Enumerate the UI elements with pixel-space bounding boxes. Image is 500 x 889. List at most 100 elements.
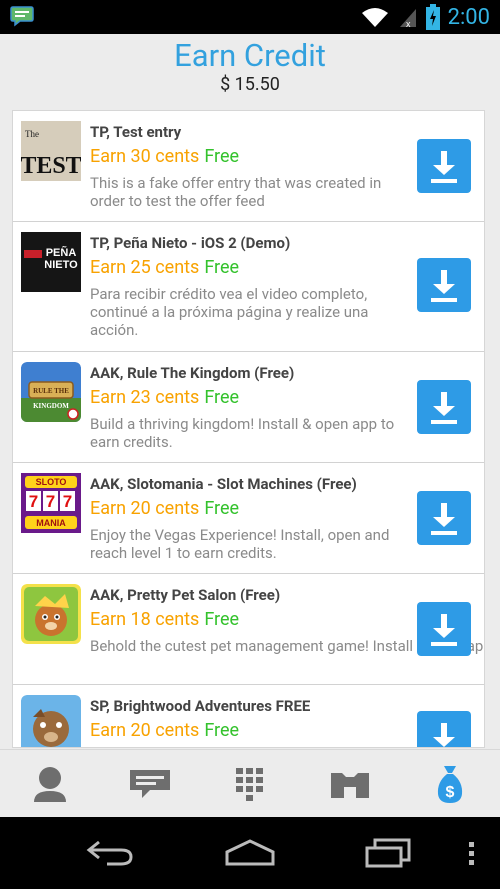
download-button[interactable] <box>417 139 471 193</box>
earn-credit-screen: x 2:00 Earn Credit $ 15.50 The TEST TP, … <box>0 0 500 889</box>
offer-free: Free <box>204 498 240 519</box>
offer-name: TP, Peña Nieto - iOS 2 (Demo) <box>90 234 291 252</box>
offer-text: AAK, Rule The Kingdom (Free) Earn 23 cen… <box>90 364 404 451</box>
tab-dialpad[interactable] <box>200 750 300 818</box>
brightwood-thumb <box>21 695 81 747</box>
back-button[interactable] <box>80 833 140 873</box>
download-button[interactable] <box>417 711 471 747</box>
status-bar: x 2:00 <box>0 0 500 34</box>
download-icon <box>431 392 457 424</box>
offer-text: TP, Peña Nieto - iOS 2 (Demo) Earn 25 ce… <box>90 234 404 339</box>
offer-desc: Enjoy the Vegas Experience! Install, ope… <box>90 526 390 562</box>
svg-text:MANIA: MANIA <box>36 518 66 528</box>
tab-earn-credit[interactable]: $ <box>400 750 500 818</box>
test-thumb: The TEST <box>21 121 81 181</box>
offer-row[interactable]: RULE THE KINGDOM AAK, Rule The Kingdom (… <box>13 352 484 463</box>
offer-name: AAK, Rule The Kingdom (Free) <box>90 364 295 382</box>
offer-text: AAK, Slotomania - Slot Machines (Free) E… <box>90 475 404 562</box>
overflow-menu-icon <box>469 842 474 865</box>
offer-desc: This is a fake offer entry that was crea… <box>90 174 382 210</box>
download-button[interactable] <box>417 602 471 656</box>
bottom-tab-bar: $ <box>0 749 500 817</box>
nieto-thumb: PEÑA NIETO <box>21 232 81 292</box>
overflow-menu-button[interactable] <box>460 833 484 873</box>
offer-free: Free <box>204 720 240 741</box>
money-bag-icon: $ <box>437 766 463 803</box>
offer-text: SP, Brightwood Adventures FREE Earn 20 c… <box>90 697 404 742</box>
dialpad-icon <box>236 768 263 801</box>
svg-text:7: 7 <box>63 492 72 511</box>
offer-text: AAK, Pretty Pet Salon (Free) Earn 18 cen… <box>90 586 484 655</box>
svg-text:SLOTO: SLOTO <box>36 477 67 487</box>
offer-list[interactable]: The TEST TP, Test entry Earn 30 cents Fre… <box>12 110 485 748</box>
offer-reward: Earn 30 cents Free <box>90 146 404 168</box>
svg-text:TEST: TEST <box>21 153 81 179</box>
download-icon <box>431 270 457 302</box>
offer-row[interactable]: The TEST TP, Test entry Earn 30 cents Fre… <box>13 111 484 222</box>
svg-text:7: 7 <box>46 492 55 511</box>
wifi-icon <box>361 8 388 27</box>
offer-text: TP, Test entry Earn 30 cents Free This is… <box>90 123 404 210</box>
offer-earn: Earn 25 cents <box>90 257 200 278</box>
download-icon <box>431 614 457 646</box>
offer-reward: Earn 23 cents Free <box>90 387 404 409</box>
offer-free: Free <box>204 387 240 408</box>
signal-icon: x <box>399 9 416 29</box>
svg-text:KINGDOM: KINGDOM <box>33 402 69 410</box>
download-icon <box>431 151 457 183</box>
offer-reward: Earn 20 cents Free <box>90 720 404 742</box>
offer-earn: Earn 20 cents <box>90 498 200 519</box>
offer-name: TP, Test entry <box>90 123 182 141</box>
home-icon <box>225 839 275 866</box>
back-icon <box>86 840 133 866</box>
offer-reward: Earn 18 cents Free <box>90 609 404 631</box>
offer-name: AAK, Slotomania - Slot Machines (Free) <box>90 475 357 493</box>
offer-reward: Earn 25 cents Free <box>90 257 404 279</box>
offer-earn: Earn 30 cents <box>90 146 200 167</box>
offer-earn: Earn 23 cents <box>90 387 200 408</box>
person-icon <box>34 767 66 802</box>
offer-free: Free <box>204 257 240 278</box>
offer-row[interactable]: SP, Brightwood Adventures FREE Earn 20 c… <box>13 685 484 747</box>
chat-notification-icon <box>10 6 34 27</box>
tab-messages[interactable] <box>100 750 200 818</box>
svg-text:PEÑA: PEÑA <box>46 246 77 259</box>
offer-row[interactable]: SLOTO 7 7 7 MANIA AAK, Slotomania - Slot… <box>13 463 484 574</box>
battery-icon <box>425 4 440 30</box>
system-nav-bar <box>0 817 500 889</box>
home-button[interactable] <box>220 833 280 873</box>
kingdom-thumb: RULE THE KINGDOM <box>21 362 81 422</box>
offer-name: AAK, Pretty Pet Salon (Free) <box>90 586 281 604</box>
offer-reward: Earn 20 cents Free <box>90 498 404 520</box>
offer-desc: Build a thriving kingdom! Install & open… <box>90 415 395 451</box>
offer-earn: Earn 20 cents <box>90 720 200 741</box>
recent-apps-button[interactable] <box>358 833 418 873</box>
tab-store[interactable] <box>300 750 400 818</box>
status-time: 2:00 <box>447 4 490 30</box>
page-title: Earn Credit <box>174 37 326 74</box>
svg-text:x: x <box>406 19 411 29</box>
download-button[interactable] <box>417 258 471 312</box>
svg-text:The: The <box>25 129 39 139</box>
tab-profile[interactable] <box>0 750 100 818</box>
sloto-thumb: SLOTO 7 7 7 MANIA <box>21 473 81 533</box>
offer-free: Free <box>204 146 240 167</box>
download-icon <box>431 503 457 535</box>
download-icon <box>433 723 455 747</box>
svg-text:RULE THE: RULE THE <box>33 387 69 395</box>
svg-text:$: $ <box>446 784 455 801</box>
download-button[interactable] <box>417 491 471 545</box>
credit-balance: $ 15.50 <box>220 74 280 95</box>
message-icon <box>130 770 170 798</box>
svg-text:NIETO: NIETO <box>44 259 78 271</box>
page-header: Earn Credit $ 15.50 <box>0 34 500 102</box>
offer-desc: Para recibir crédito vea el video comple… <box>90 285 369 339</box>
recent-apps-icon <box>365 838 411 868</box>
offer-free: Free <box>204 609 240 630</box>
status-icons: x 2:00 <box>360 0 490 34</box>
offer-row[interactable]: PEÑA NIETO TP, Peña Nieto - iOS 2 (Demo)… <box>13 222 484 352</box>
download-button[interactable] <box>417 380 471 434</box>
offer-row[interactable]: AAK, Pretty Pet Salon (Free) Earn 18 cen… <box>13 574 484 685</box>
offer-name: SP, Brightwood Adventures FREE <box>90 697 311 715</box>
offer-earn: Earn 18 cents <box>90 609 200 630</box>
